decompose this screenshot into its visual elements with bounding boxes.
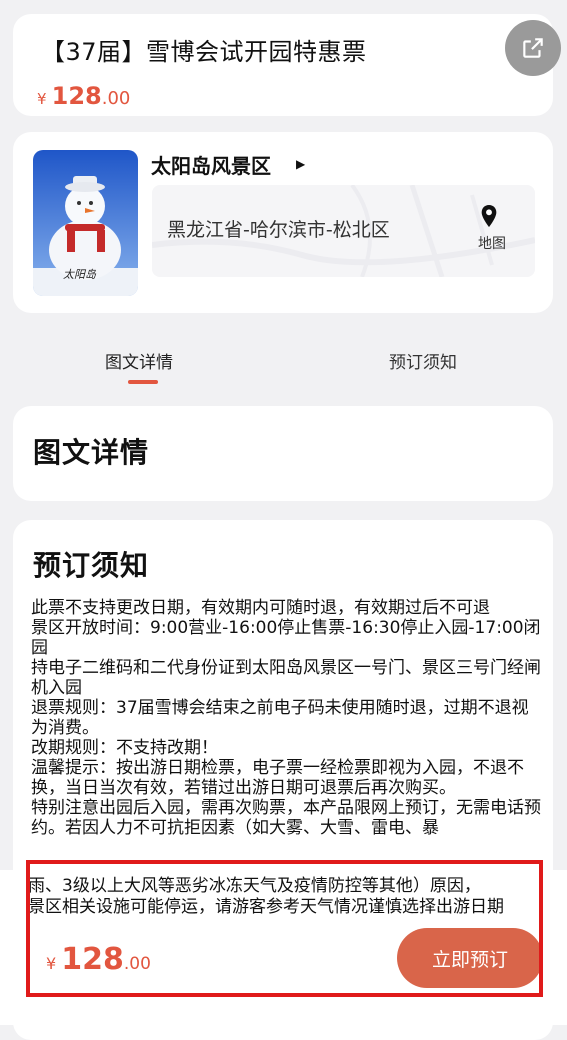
notice-line: 景区相关设施可能停运，请游客参考天气情况谨慎选择出游日期 <box>28 897 504 917</box>
notice-line: 雨、3级以上大风等恶劣冰冻天气及疫情防控等其他）原因， <box>28 876 481 896</box>
notice-line: 持电子二维码和二代身份证到太阳岛风景区一号门、景区三号门经闸机入园 <box>31 658 541 698</box>
notice-line: 退票规则：37届雪博会结束之前电子码未使用随时退，过期不退视为消费。 <box>31 698 529 738</box>
book-now-button[interactable]: 立即预订 <box>397 928 543 988</box>
tab-details[interactable]: 图文详情 <box>105 348 173 373</box>
price-decimal: .00 <box>101 88 131 109</box>
price-decimal: .00 <box>123 954 151 974</box>
map-label: 地图 <box>478 236 506 252</box>
notice-line: 景区开放时间：9:00营业-16:00停止售票-16:30停止入园-17:00闭… <box>31 618 541 658</box>
ticket-title: 【37届】雪博会试开园特惠票 <box>41 38 367 66</box>
caret-right-icon: ▶ <box>296 157 306 171</box>
notice-text: 此票不支持更改日期，有效期内可随时退，有效期过后不可退 景区开放时间：9:00营… <box>31 598 541 838</box>
bottom-price: ¥ 128.00 <box>46 942 151 977</box>
bottom-booking-bar: 雨、3级以上大风等恶劣冰冻天气及疫情防控等其他）原因， 景区相关设施可能停运，请… <box>0 870 567 1025</box>
map-area[interactable]: 黑龙江省-哈尔滨市-松北区 地图 <box>152 185 535 277</box>
notice-line: 温馨提示：按出游日期检票，电子票一经检票即视为入园，不退不换，当日当次有效，若错… <box>31 758 524 798</box>
share-button[interactable] <box>505 20 561 76</box>
price-symbol: ¥ <box>37 90 47 108</box>
active-tab-indicator <box>128 380 158 384</box>
share-icon <box>523 38 543 58</box>
price-integer: 128 <box>51 82 102 110</box>
thumb-caption: 太阳岛 <box>63 268 96 281</box>
price-integer: 128 <box>61 942 124 977</box>
scenic-name[interactable]: 太阳岛风景区 <box>151 150 271 179</box>
notice-line: 改期规则：不支持改期！ <box>31 738 218 758</box>
ticket-card: 【37届】雪博会试开园特惠票 ¥ 128.00 <box>13 14 561 116</box>
map-pin-icon <box>481 205 497 227</box>
home-indicator <box>0 1003 567 1025</box>
details-card: 图文详情 <box>13 406 553 501</box>
details-heading: 图文详情 <box>33 436 150 469</box>
notice-heading: 预订须知 <box>33 549 150 582</box>
price-symbol: ¥ <box>46 954 57 973</box>
notice-line: 特别注意出园后入园，需再次购票，本产品限网上预订，无需电话预约。若因人力不可抗拒… <box>31 798 541 838</box>
tab-notice[interactable]: 预订须知 <box>389 348 457 373</box>
scenic-spot-card[interactable]: 太阳岛 太阳岛风景区 ▶ 黑龙江省-哈尔滨市-松北区 地图 <box>13 132 553 313</box>
scenic-thumbnail: 太阳岛 <box>33 150 138 296</box>
scenic-address: 黑龙江省-哈尔滨市-松北区 <box>167 219 390 241</box>
notice-overflow-text: 雨、3级以上大风等恶劣冰冻天气及疫情防控等其他）原因， 景区相关设施可能停运，请… <box>28 876 548 918</box>
ticket-price: ¥ 128.00 <box>37 82 130 110</box>
notice-line: 此票不支持更改日期，有效期内可随时退，有效期过后不可退 <box>31 598 490 618</box>
